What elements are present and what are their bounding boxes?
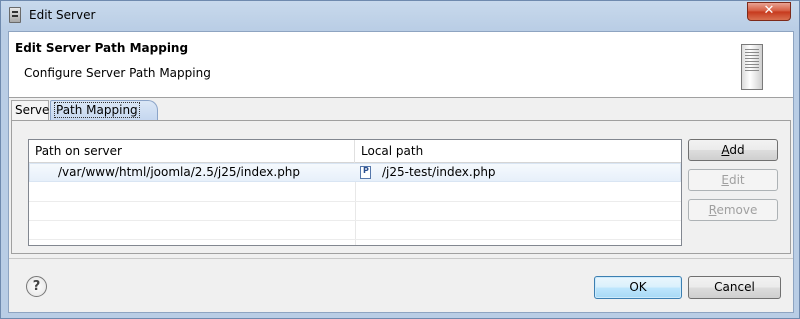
edit-server-window: Edit Server ✕ Edit Server Path Mapping C… — [0, 0, 800, 319]
dialog-client-area: Edit Server Path Mapping Configure Serve… — [8, 31, 794, 313]
cancel-button[interactable]: Cancel — [688, 276, 781, 299]
header-title: Edit Server Path Mapping — [15, 41, 189, 55]
table-row-empty[interactable] — [29, 183, 681, 202]
server-path-cell: /var/www/html/joomla/2.5/j25/index.php — [58, 165, 301, 179]
remove-label: emove — [716, 203, 758, 217]
table-row-empty[interactable] — [29, 202, 681, 221]
table-row-empty[interactable] — [29, 221, 681, 240]
add-button[interactable]: Add — [688, 139, 778, 161]
server-tower-icon — [741, 44, 763, 90]
header-description: Configure Server Path Mapping — [24, 66, 211, 80]
close-button[interactable]: ✕ — [747, 2, 791, 21]
title-bar[interactable]: Edit Server ✕ — [1, 1, 799, 31]
remove-button[interactable]: Remove — [688, 199, 778, 221]
tab-path-mapping-label: Path Mapping — [54, 102, 140, 118]
server-app-icon — [9, 7, 21, 23]
footer-separator — [9, 258, 793, 259]
table-header: Path on server Local path — [29, 140, 681, 163]
ok-button[interactable]: OK — [594, 276, 682, 299]
window-title: Edit Server — [29, 8, 96, 22]
edit-label: dit — [728, 173, 745, 187]
local-path-cell: /j25-test/index.php — [382, 165, 496, 179]
path-mapping-panel: Path on server Local path /var/www/html/… — [11, 120, 791, 254]
tab-server-label: Server — [15, 103, 55, 117]
edit-button[interactable]: Edit — [688, 169, 778, 191]
dialog-header: Edit Server Path Mapping Configure Serve… — [9, 32, 793, 98]
add-label: dd — [729, 143, 745, 157]
table-row[interactable]: /var/www/html/joomla/2.5/j25/index.php /… — [29, 163, 681, 182]
edit-accel: E — [721, 173, 729, 187]
help-icon[interactable]: ? — [26, 276, 47, 297]
background-window-ghost — [111, 3, 751, 29]
path-mapping-table[interactable]: Path on server Local path /var/www/html/… — [28, 139, 682, 246]
column-header-local-path[interactable]: Local path — [355, 140, 681, 163]
column-header-path-on-server[interactable]: Path on server — [29, 140, 355, 163]
php-file-icon — [360, 166, 371, 179]
tab-path-mapping[interactable]: Path Mapping — [50, 100, 158, 121]
tab-server[interactable]: Server — [11, 100, 54, 121]
